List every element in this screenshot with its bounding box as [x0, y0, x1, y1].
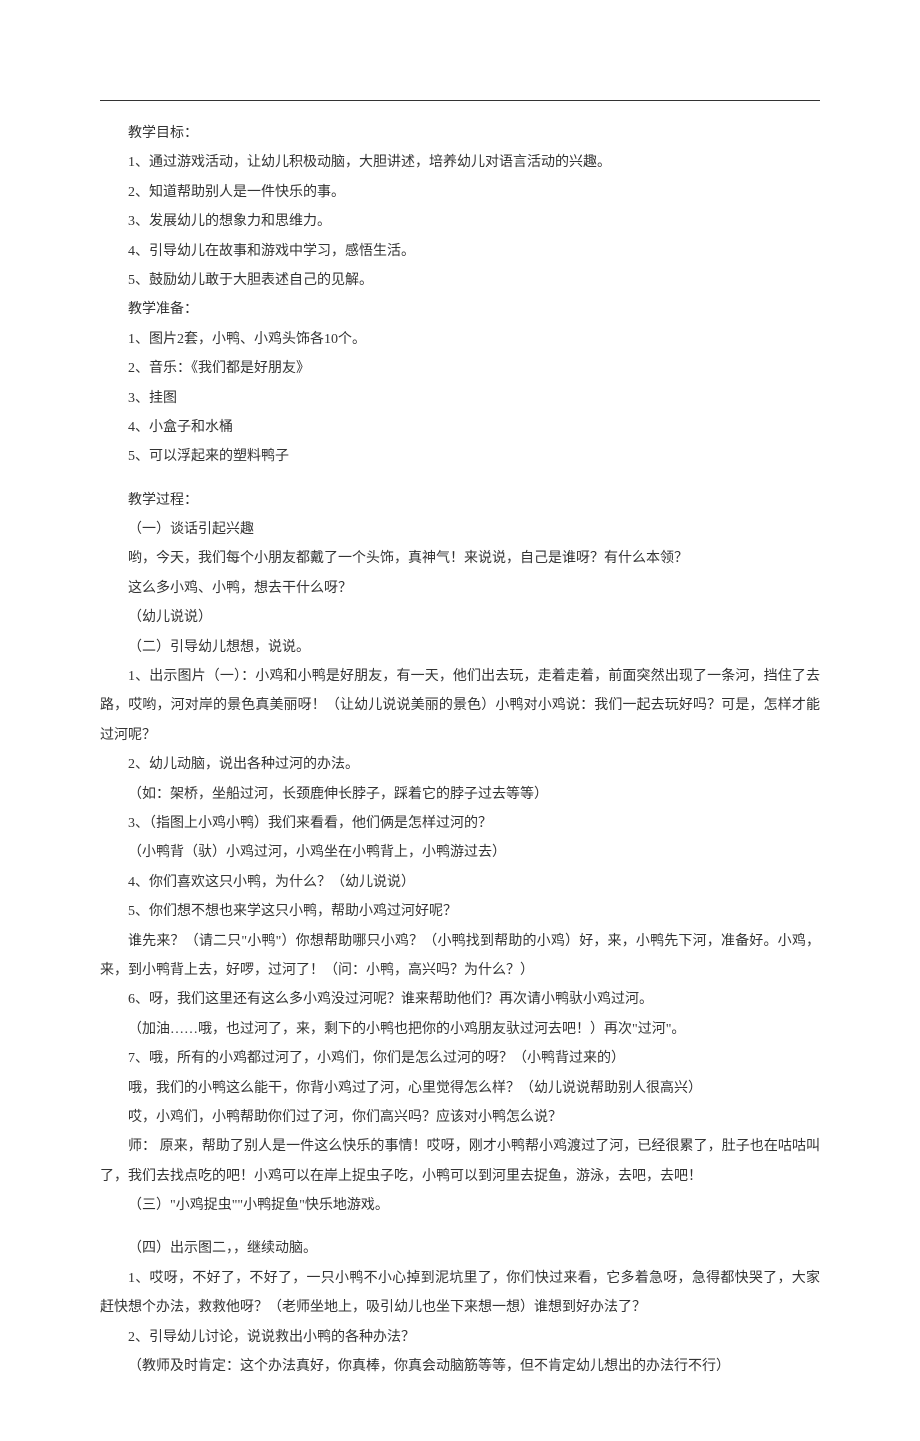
- part4-title: （四）出示图二，，继续动脑。: [100, 1234, 820, 1263]
- part2-title: （二）引导幼儿想想，说说。: [100, 633, 820, 662]
- paragraph: （小鸭背（驮）小鸡过河，小鸡坐在小鸭背上，小鸭游过去）: [100, 838, 820, 867]
- paragraph: （加油……哦，也过河了，来，剩下的小鸭也把你的小鸡朋友驮过河去吧！）再次"过河"…: [100, 1015, 820, 1044]
- horizontal-rule: [100, 100, 820, 101]
- paragraph: （幼儿说说）: [100, 603, 820, 632]
- paragraph: 谁先来？（请二只"小鸭"）你想帮助哪只小鸡？（小鸭找到帮助的小鸡）好，来，小鸭先…: [100, 927, 820, 986]
- paragraph: 哎，小鸡们，小鸭帮助你们过了河，你们高兴吗？应该对小鸭怎么说？: [100, 1103, 820, 1132]
- prep-item: 5、可以浮起来的塑料鸭子: [100, 442, 820, 471]
- part3-title: （三）"小鸡捉虫""小鸭捉鱼"快乐地游戏。: [100, 1191, 820, 1220]
- blank-line: [100, 1220, 820, 1234]
- paragraph: 5、你们想不想也来学这只小鸭，帮助小鸡过河好呢？: [100, 897, 820, 926]
- prep-item: 1、图片2套，小鸭、小鸡头饰各10个。: [100, 325, 820, 354]
- paragraph: 师： 原来，帮助了别人是一件这么快乐的事情！哎呀，刚才小鸭帮小鸡渡过了河，已经很…: [100, 1132, 820, 1191]
- goal-item: 2、知道帮助别人是一件快乐的事。: [100, 178, 820, 207]
- goal-item: 3、发展幼儿的想象力和思维力。: [100, 207, 820, 236]
- part1-title: （一）谈话引起兴趣: [100, 515, 820, 544]
- goal-item: 5、鼓励幼儿敢于大胆表述自己的见解。: [100, 266, 820, 295]
- paragraph: 哦，我们的小鸭这么能干，你背小鸡过了河，心里觉得怎么样？（幼儿说说帮助别人很高兴…: [100, 1074, 820, 1103]
- goal-item: 1、通过游戏活动，让幼儿积极动脑，大胆讲述，培养幼儿对语言活动的兴趣。: [100, 148, 820, 177]
- paragraph: 1、哎呀，不好了，不好了，一只小鸭不小心掉到泥坑里了，你们快过来看，它多着急呀，…: [100, 1264, 820, 1323]
- paragraph: 4、你们喜欢这只小鸭，为什么？（幼儿说说）: [100, 868, 820, 897]
- prep-item: 4、小盒子和水桶: [100, 413, 820, 442]
- prep-item: 2、音乐：《我们都是好朋友》: [100, 354, 820, 383]
- paragraph: （如：架桥，坐船过河，长颈鹿伸长脖子，踩着它的脖子过去等等）: [100, 780, 820, 809]
- paragraph: 哟，今天，我们每个小朋友都戴了一个头饰，真神气！来说说，自己是谁呀？有什么本领？: [100, 544, 820, 573]
- section-process-title: 教学过程：: [100, 486, 820, 515]
- paragraph: 1、出示图片（一）：小鸡和小鸭是好朋友，有一天，他们出去玩，走着走着，前面突然出…: [100, 662, 820, 750]
- paragraph: 2、幼儿动脑，说出各种过河的办法。: [100, 750, 820, 779]
- paragraph: 7、哦，所有的小鸡都过河了，小鸡们，你们是怎么过河的呀？（小鸭背过来的）: [100, 1044, 820, 1073]
- paragraph: 这么多小鸡、小鸭，想去干什么呀？: [100, 574, 820, 603]
- blank-line: [100, 472, 820, 486]
- goal-item: 4、引导幼儿在故事和游戏中学习，感悟生活。: [100, 237, 820, 266]
- paragraph: 6、呀，我们这里还有这么多小鸡没过河呢？谁来帮助他们？再次请小鸭驮小鸡过河。: [100, 985, 820, 1014]
- paragraph: 3、（指图上小鸡小鸭）我们来看看，他们俩是怎样过河的？: [100, 809, 820, 838]
- document-page: 教学目标： 1、通过游戏活动，让幼儿积极动脑，大胆讲述，培养幼儿对语言活动的兴趣…: [0, 0, 920, 1441]
- paragraph: 2、引导幼儿讨论，说说救出小鸭的各种办法？: [100, 1323, 820, 1352]
- paragraph: （教师及时肯定：这个办法真好，你真棒，你真会动脑筋等等，但不肯定幼儿想出的办法行…: [100, 1352, 820, 1381]
- section-prep-title: 教学准备：: [100, 295, 820, 324]
- section-goals-title: 教学目标：: [100, 119, 820, 148]
- prep-item: 3、挂图: [100, 384, 820, 413]
